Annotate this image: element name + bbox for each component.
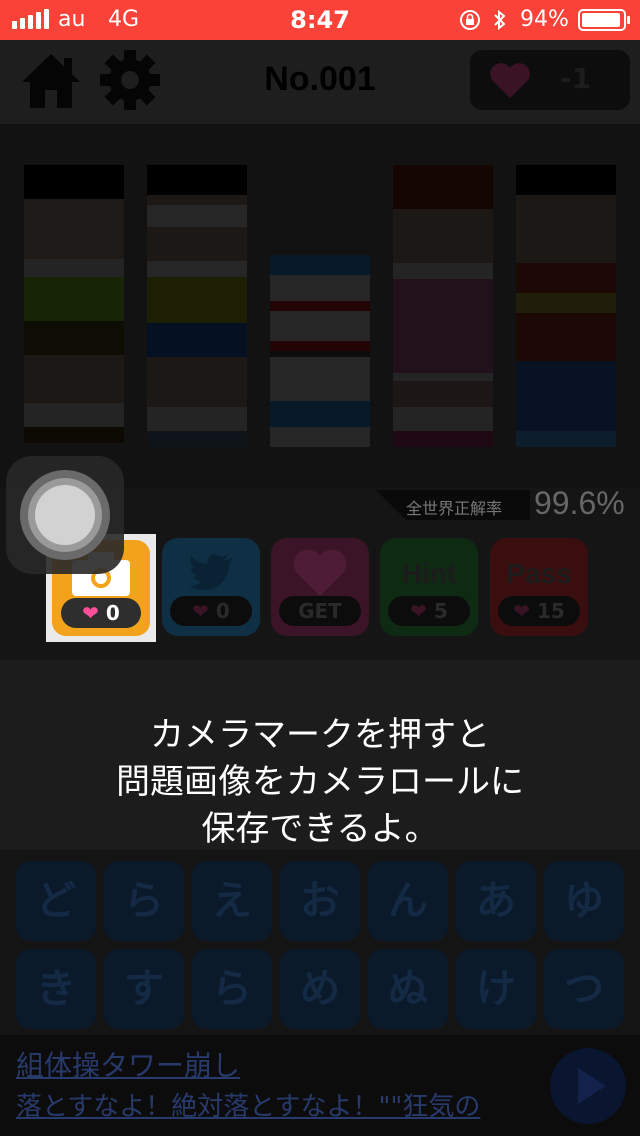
letter-key[interactable]: ゆ [544,861,624,941]
color-column [24,165,124,443]
ad-description-link[interactable]: 落とすなよ！絶対落とすなよ！""狂気の [16,1086,480,1123]
play-icon [578,1068,606,1104]
heart-get-pill: GET [279,596,361,626]
letter-key[interactable]: ん [368,861,448,941]
assistive-touch-button[interactable] [6,456,124,574]
letter-key[interactable]: す [104,949,184,1029]
heart-icon: ❤ [192,599,209,623]
pass-label: Pass [506,558,572,589]
world-correct-rate-label: 全世界正解率 [376,490,530,520]
camera-cost-pill: ❤ 0 [61,598,141,628]
color-column [147,165,247,447]
battery-percent: 94% [520,7,569,32]
heart-icon: ❤ [410,599,427,623]
world-correct-rate-value: 99.6% [534,485,625,521]
letter-key[interactable]: き [16,949,96,1029]
letter-key[interactable]: ら [104,861,184,941]
heart-icon [490,63,530,98]
letter-key[interactable]: つ [544,949,624,1029]
rotation-lock-icon [460,10,480,30]
ad-play-button[interactable] [550,1048,626,1124]
heart-get-label: GET [298,599,342,623]
color-column [516,165,616,447]
hearts-counter[interactable]: -1 [470,50,630,110]
hint-cost-pill: ❤ 5 [388,596,470,626]
letter-key[interactable]: お [280,861,360,941]
bluetooth-icon [494,9,506,31]
puzzle-image [0,124,640,488]
letter-key[interactable]: け [456,949,536,1029]
twitter-cost-pill: ❤ 0 [170,596,252,626]
letter-key[interactable]: ぬ [368,949,448,1029]
ad-title-link[interactable]: 組体操タワー崩し [16,1044,240,1084]
pass-cost-pill: ❤ 15 [498,596,580,626]
letter-key[interactable]: ど [16,861,96,941]
twitter-bird-icon [189,554,232,590]
pass-button[interactable]: Pass ❤ 15 [490,538,588,636]
camera-cost: 0 [105,601,120,625]
letter-key[interactable]: え [192,861,272,941]
hint-label: Hint [401,558,457,589]
status-bar: au 4G 8:47 94% [0,0,640,40]
color-column [270,255,370,447]
battery-icon [578,9,630,31]
heart-get-button[interactable]: GET [271,538,369,636]
answer-keyboard: ど ら え お ん あ ゆ き す ら め ぬ け つ [0,855,640,1035]
heart-icon [293,549,347,596]
pass-cost: 15 [536,599,565,623]
twitter-button[interactable]: ❤ 0 [162,538,260,636]
letter-key[interactable]: め [280,949,360,1029]
color-column [393,165,493,447]
letter-key[interactable]: ら [192,949,272,1029]
hint-cost: 5 [433,599,448,623]
heart-icon: ❤ [82,601,99,625]
heart-icon: ❤ [513,599,530,623]
letter-key[interactable]: あ [456,861,536,941]
hearts-value: -1 [560,62,592,95]
twitter-reward: 0 [215,599,230,623]
hint-button[interactable]: Hint ❤ 5 [380,538,478,636]
